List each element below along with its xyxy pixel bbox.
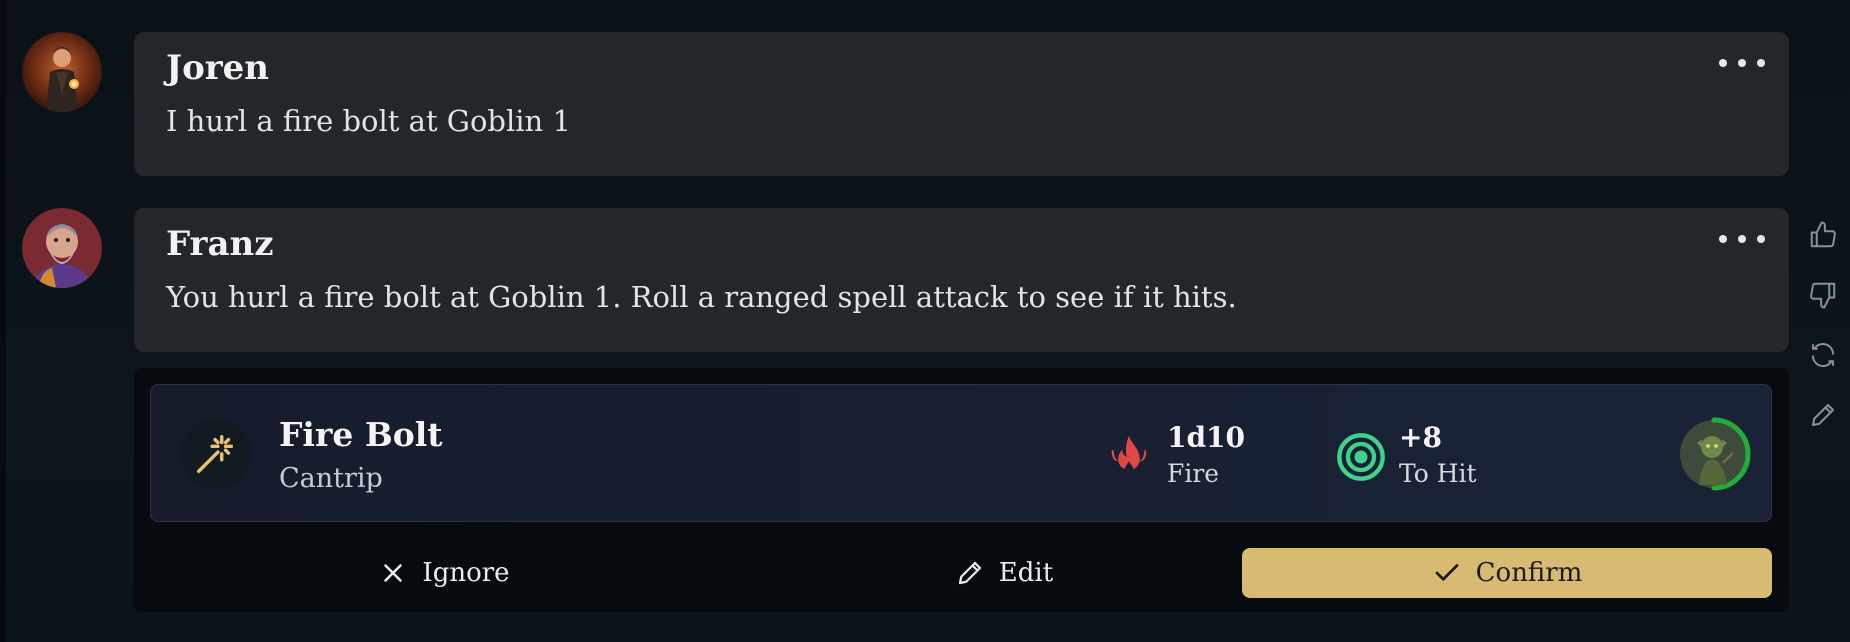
- spell-action-panel: Fire Bolt Cantrip 1d10 Fire +8 To Hit Ig…: [134, 368, 1789, 612]
- thumbs-down-icon: [1810, 282, 1836, 309]
- avatar-franz[interactable]: [22, 208, 102, 288]
- wizard-avatar-icon: [22, 32, 102, 112]
- thumbs-down-button[interactable]: [1808, 280, 1844, 316]
- confirm-button[interactable]: Confirm: [1242, 548, 1772, 598]
- edit-message-button[interactable]: [1808, 400, 1844, 436]
- more-options-button[interactable]: [1719, 50, 1765, 76]
- message-bubble-franz: Franz You hurl a fire bolt at Goblin 1. …: [134, 208, 1789, 352]
- edit-label: Edit: [998, 558, 1054, 588]
- confirm-label: Confirm: [1475, 558, 1583, 588]
- more-options-button[interactable]: [1719, 226, 1765, 252]
- left-edge: [0, 0, 6, 642]
- dot: [1757, 59, 1765, 67]
- magic-wand-icon: [197, 435, 234, 473]
- edit-pencil-icon: [1812, 404, 1834, 426]
- to-hit-label: To Hit: [1399, 459, 1477, 488]
- fire-icon: [1111, 435, 1147, 475]
- regenerate-icon: [1812, 342, 1834, 368]
- target-goblin[interactable]: [1677, 417, 1751, 491]
- avatar-joren[interactable]: [22, 32, 102, 112]
- spell-name: Fire Bolt: [279, 415, 443, 454]
- dot: [1719, 59, 1727, 67]
- spell-card: Fire Bolt Cantrip 1d10 Fire +8 To Hit: [150, 384, 1772, 522]
- goblin-avatar-icon: [1680, 417, 1751, 491]
- dot: [1757, 235, 1765, 243]
- dot: [1738, 59, 1746, 67]
- regenerate-button[interactable]: [1808, 340, 1844, 376]
- message-author: Joren: [166, 48, 270, 88]
- dot: [1719, 235, 1727, 243]
- pencil-icon: [958, 561, 981, 585]
- edit-button[interactable]: Edit: [894, 548, 1114, 598]
- message-text: You hurl a fire bolt at Goblin 1. Roll a…: [166, 280, 1237, 314]
- message-bubble-joren: Joren I hurl a fire bolt at Goblin 1: [134, 32, 1789, 176]
- close-icon: [384, 564, 403, 582]
- thumbs-up-icon: [1810, 221, 1836, 248]
- target-icon: [1337, 433, 1385, 481]
- spell-icon-badge: [181, 419, 251, 489]
- message-author: Franz: [166, 224, 274, 264]
- check-icon: [1435, 564, 1459, 581]
- ignore-button[interactable]: Ignore: [334, 548, 554, 598]
- message-text: I hurl a fire bolt at Goblin 1: [166, 104, 571, 138]
- bearded-man-avatar-icon: [22, 208, 102, 288]
- damage-dice: 1d10: [1167, 421, 1246, 454]
- ignore-label: Ignore: [422, 558, 510, 588]
- chat-page: Joren I hurl a fire bolt at Goblin 1 Fra…: [0, 0, 1850, 642]
- spell-level: Cantrip: [279, 463, 383, 494]
- to-hit-bonus: +8: [1399, 421, 1442, 454]
- damage-type: Fire: [1167, 459, 1220, 488]
- thumbs-up-button[interactable]: [1808, 220, 1844, 256]
- dot: [1738, 235, 1746, 243]
